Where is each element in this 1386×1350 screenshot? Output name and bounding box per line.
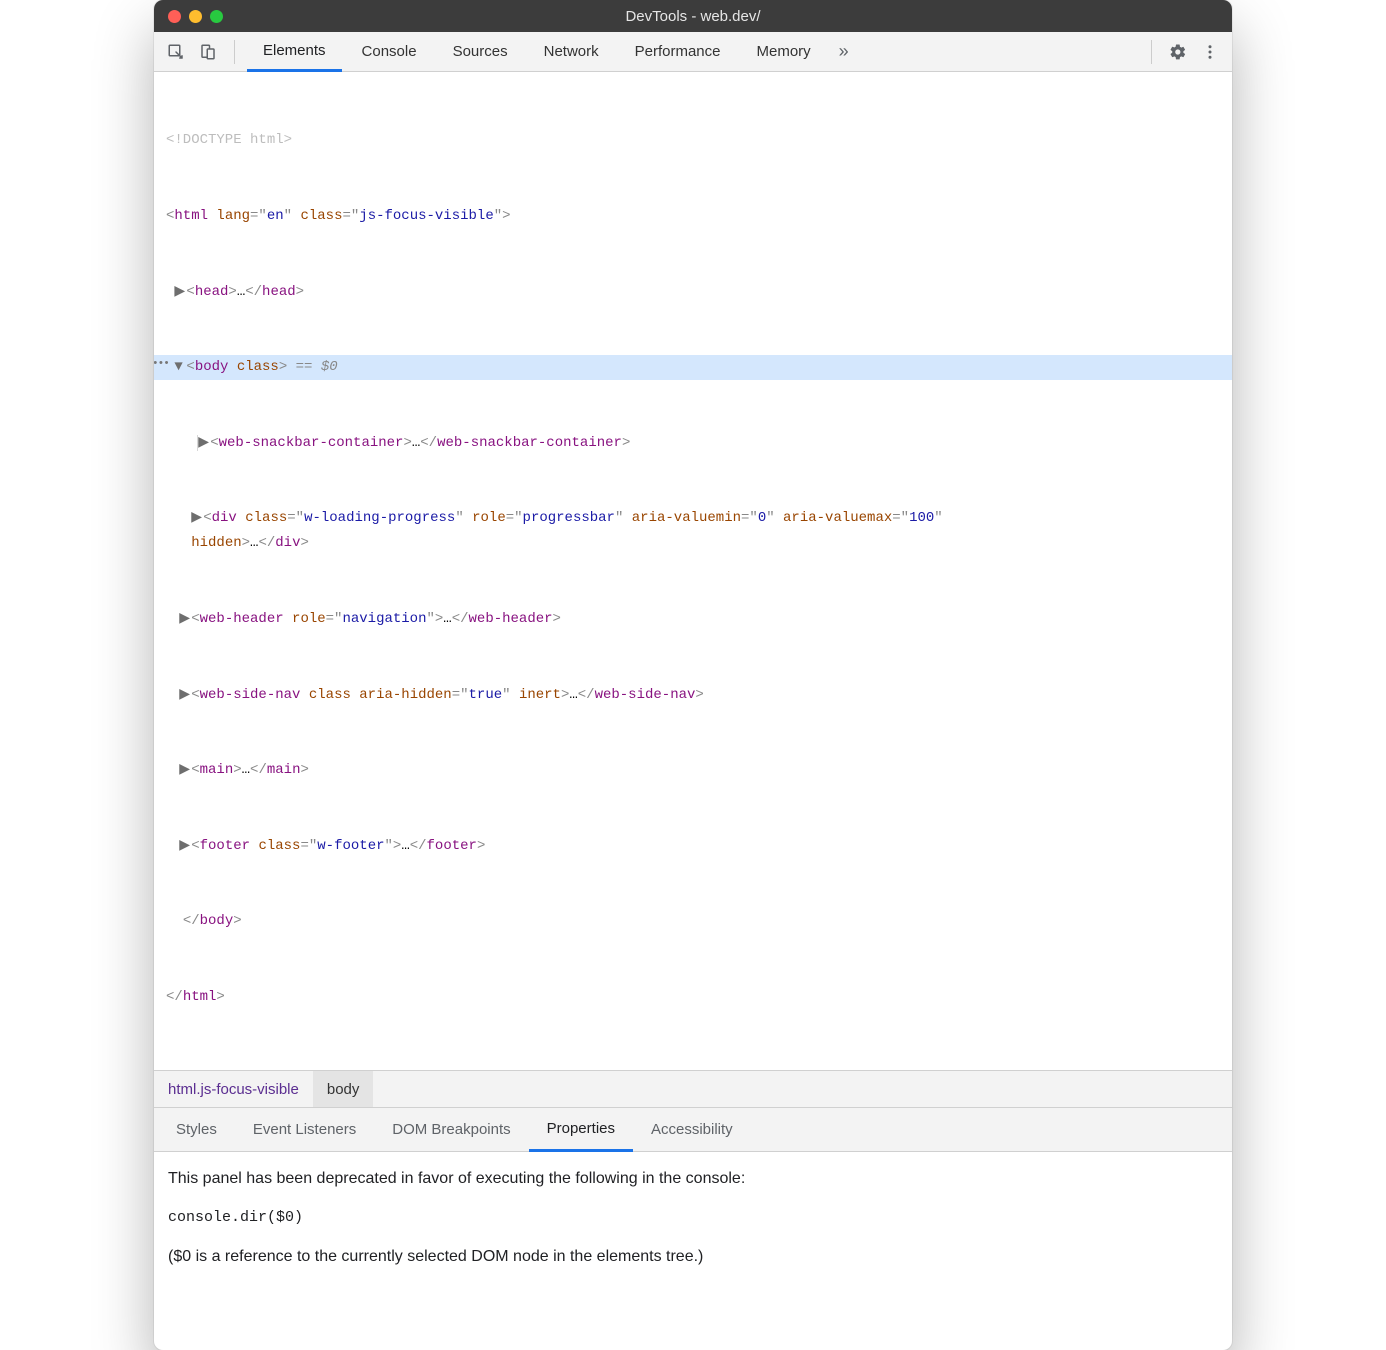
sidebar-tabs: Styles Event Listeners DOM Breakpoints P… [154, 1108, 1232, 1152]
gear-icon[interactable] [1164, 38, 1192, 66]
device-toolbar-icon[interactable] [194, 38, 222, 66]
tab-performance[interactable]: Performance [619, 32, 737, 72]
dom-child-snackbar[interactable]: ▶<web-snackbar-container>…</web-snackbar… [154, 431, 1232, 456]
more-tabs-button[interactable]: » [831, 32, 857, 72]
deprecation-code: console.dir($0) [168, 1206, 1218, 1230]
tab-memory[interactable]: Memory [741, 32, 827, 72]
window-title: DevTools - web.dev/ [154, 8, 1232, 25]
breadcrumb-body[interactable]: body [313, 1071, 374, 1107]
sub-tab-accessibility[interactable]: Accessibility [633, 1108, 751, 1151]
devtools-window: DevTools - web.dev/ Elements Console Sou… [154, 0, 1232, 1350]
tab-console[interactable]: Console [346, 32, 433, 72]
dom-child-footer[interactable]: ▶<footer class="w-footer">…</footer> [154, 834, 1232, 859]
dom-body-close[interactable]: </body> [154, 909, 1232, 934]
tab-network[interactable]: Network [528, 32, 615, 72]
toolbar-separator [234, 40, 235, 64]
deprecation-message: This panel has been deprecated in favor … [168, 1166, 1218, 1192]
main-toolbar: Elements Console Sources Network Perform… [154, 32, 1232, 72]
kebab-menu-icon[interactable] [1196, 38, 1224, 66]
sub-tab-properties[interactable]: Properties [529, 1108, 633, 1152]
titlebar: DevTools - web.dev/ [154, 0, 1232, 32]
dom-html-open[interactable]: <html lang="en" class="js-focus-visible"… [154, 204, 1232, 229]
dom-tree[interactable]: <!DOCTYPE html> <html lang="en" class="j… [154, 72, 1232, 1070]
dom-html-close[interactable]: </html> [154, 985, 1232, 1010]
tab-sources[interactable]: Sources [437, 32, 524, 72]
dom-child-progress[interactable]: ▶<div class="w-loading-progress" role="p… [154, 506, 1232, 556]
dom-child-main[interactable]: ▶<main>…</main> [154, 758, 1232, 783]
deprecation-note: ($0 is a reference to the currently sele… [168, 1244, 1218, 1270]
sub-tab-event-listeners[interactable]: Event Listeners [235, 1108, 374, 1151]
toolbar-separator [1151, 40, 1152, 64]
dom-body-selected[interactable]: ▼<body class> == $0 [154, 355, 1232, 380]
breadcrumb: html.js-focus-visible body [154, 1070, 1232, 1108]
breadcrumb-html[interactable]: html.js-focus-visible [154, 1071, 313, 1107]
dom-head[interactable]: ▶<head>…</head> [154, 280, 1232, 305]
sub-tab-dom-breakpoints[interactable]: DOM Breakpoints [374, 1108, 528, 1151]
dom-child-sidenav[interactable]: ▶<web-side-nav class aria-hidden="true" … [154, 683, 1232, 708]
properties-panel: This panel has been deprecated in favor … [154, 1152, 1232, 1349]
tab-elements[interactable]: Elements [247, 32, 342, 72]
sub-tab-styles[interactable]: Styles [158, 1108, 235, 1151]
dom-doctype[interactable]: <!DOCTYPE html> [154, 128, 1232, 153]
inspect-element-icon[interactable] [162, 38, 190, 66]
dom-child-header[interactable]: ▶<web-header role="navigation">…</web-he… [154, 607, 1232, 632]
